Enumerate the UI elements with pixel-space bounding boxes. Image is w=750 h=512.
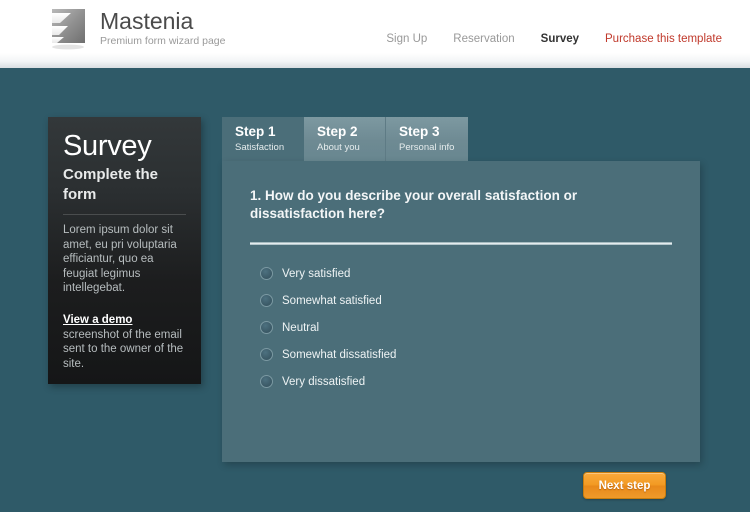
radio-option-neutral[interactable]: Neutral: [260, 314, 660, 341]
tab-step-3-subtitle: Personal info: [399, 142, 455, 153]
nav-item-purchase-this-template[interactable]: Purchase this template: [605, 33, 722, 45]
radio-button-icon[interactable]: [260, 375, 273, 388]
radio-button-icon[interactable]: [260, 267, 273, 280]
page-root: Mastenia Premium form wizard page Sign U…: [0, 0, 750, 512]
radio-option-very-satisfied[interactable]: Very satisfied: [260, 260, 660, 287]
radio-button-icon[interactable]: [260, 321, 273, 334]
brand-text-block: Mastenia Premium form wizard page: [100, 9, 225, 48]
radio-option-very-dissatisfied[interactable]: Very dissatisfied: [260, 368, 660, 395]
radio-option-somewhat-dissatisfied[interactable]: Somewhat dissatisfied: [260, 341, 660, 368]
sidebar-title: Survey: [63, 130, 152, 162]
sidebar-body-text: Lorem ipsum dolor sit amet, eu pri volup…: [63, 224, 177, 294]
nav-item-survey[interactable]: Survey: [541, 33, 579, 45]
brand-logo-block[interactable]: Mastenia Premium form wizard page: [48, 7, 225, 51]
nav-item-reservation[interactable]: Reservation: [453, 33, 514, 45]
tab-step-2-subtitle: About you: [317, 142, 360, 153]
sidebar-divider: [63, 214, 186, 215]
question-divider: [250, 242, 672, 245]
tab-step-3[interactable]: Step 3 Personal info: [386, 117, 468, 161]
survey-content-panel: 1. How do you describe your overall sati…: [222, 161, 700, 499]
radio-button-icon[interactable]: [260, 294, 273, 307]
radio-option-label: Very dissatisfied: [282, 375, 366, 388]
radio-option-label: Neutral: [282, 321, 320, 334]
next-step-button[interactable]: Next step: [583, 472, 666, 499]
sidebar-subtitle: Complete the form: [63, 166, 159, 203]
nav-item-sign-up[interactable]: Sign Up: [386, 33, 427, 45]
tab-step-1-subtitle: Satisfaction: [235, 142, 285, 153]
brand-tagline: Premium form wizard page: [100, 35, 226, 47]
tab-step-1[interactable]: Step 1 Satisfaction: [222, 117, 304, 161]
radio-option-label: Somewhat dissatisfied: [282, 348, 397, 361]
tab-step-2-title: Step 2: [317, 124, 358, 139]
main-navigation: Sign Up Reservation Survey Purchase this…: [360, 33, 722, 45]
radio-button-icon[interactable]: [260, 348, 273, 361]
tab-step-3-title: Step 3: [399, 124, 440, 139]
wizard-step-tabs: Step 1 Satisfaction Step 2 About you Ste…: [222, 117, 468, 161]
sidebar-demo-description: screenshot of the email sent to the owne…: [63, 328, 184, 370]
flag-logo-icon: [48, 7, 90, 51]
radio-option-label: Somewhat satisfied: [282, 294, 382, 307]
page-body: Survey Complete the form Lorem ipsum dol…: [0, 68, 750, 512]
tab-step-1-title: Step 1: [235, 124, 276, 139]
survey-question-text: 1. How do you describe your overall sati…: [250, 188, 578, 221]
radio-option-label: Very satisfied: [282, 267, 351, 280]
site-header: Mastenia Premium form wizard page Sign U…: [0, 0, 750, 68]
satisfaction-radio-group: Very satisfied Somewhat satisfied Neutra…: [260, 260, 660, 395]
survey-sidebar-panel: Survey Complete the form Lorem ipsum dol…: [48, 117, 201, 384]
tab-step-2[interactable]: Step 2 About you: [304, 117, 386, 161]
radio-option-somewhat-satisfied[interactable]: Somewhat satisfied: [260, 287, 660, 314]
view-a-demo-link[interactable]: View a demo: [63, 313, 132, 328]
brand-name: Mastenia: [100, 8, 194, 34]
